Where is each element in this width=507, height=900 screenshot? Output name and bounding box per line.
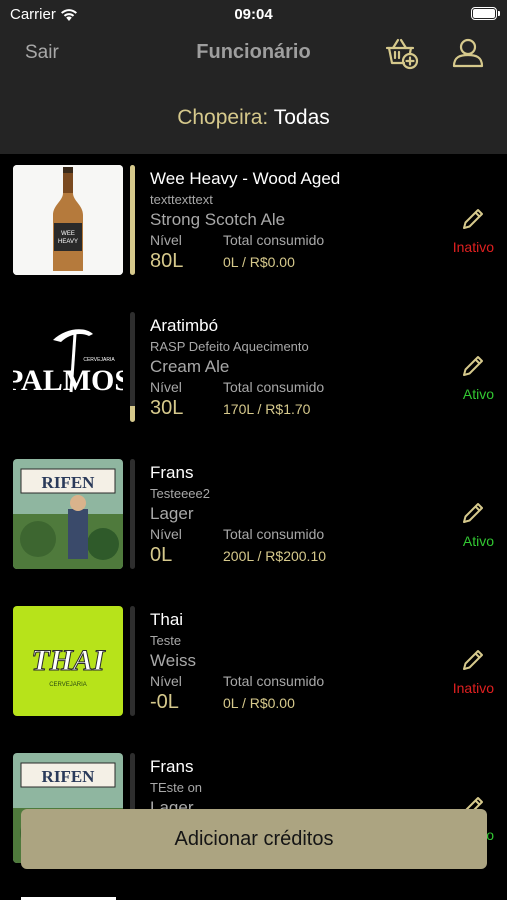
add-credits-button[interactable]: Adicionar créditos xyxy=(21,809,487,869)
total-value: 200L / R$200.10 xyxy=(223,548,327,564)
rifen-art: RIFEN xyxy=(13,459,123,569)
level-value: 30L xyxy=(150,397,184,419)
beer-name: Frans xyxy=(150,757,194,776)
palmos-logo: PALMOS CERVEJARIA xyxy=(13,312,123,422)
stat-values: 80L 0L / R$0.00 xyxy=(150,250,440,274)
svg-text:CERVEJARIA: CERVEJARIA xyxy=(83,357,115,363)
level-fill xyxy=(130,165,135,275)
level-fill xyxy=(130,405,135,422)
palmos-wordmark: PALMOS xyxy=(13,364,123,397)
level-label: Nível xyxy=(150,232,182,248)
beer-style: Lager xyxy=(150,504,194,523)
beer-info: Aratimbó RASP Defeito Aquecimento Cream … xyxy=(150,316,440,421)
pencil-icon[interactable] xyxy=(460,353,486,379)
total-value: 170L / R$1.70 xyxy=(223,401,311,417)
pencil-icon[interactable] xyxy=(460,500,486,526)
beer-style: Cream Ale xyxy=(150,357,230,376)
level-label: Nível xyxy=(150,673,182,689)
status-badge: Inativo xyxy=(452,239,494,255)
beer-name: Aratimbó xyxy=(150,316,219,335)
bottle-image: WEE HEAVY xyxy=(13,165,123,275)
basket-plus-icon[interactable] xyxy=(384,36,420,72)
stat-values: 0L 200L / R$200.10 xyxy=(150,544,440,568)
total-value: 0L / R$0.00 xyxy=(223,254,295,270)
total-value: 0L / R$0.00 xyxy=(223,695,295,711)
beer-style: Strong Scotch Ale xyxy=(150,210,286,229)
level-bar xyxy=(130,606,135,716)
stat-values: 30L 170L / R$1.70 xyxy=(150,397,440,421)
beer-info: Wee Heavy - Wood Aged texttexttext Stron… xyxy=(150,169,440,274)
stat-labels: Nível Total consumido xyxy=(150,232,440,250)
beer-style: Weiss xyxy=(150,651,196,670)
beer-info: Frans Testeeee2 Lager Nível Total consum… xyxy=(150,463,440,568)
beer-row[interactable]: WEE HEAVY Wee Heavy - Wood Aged texttext… xyxy=(0,154,507,301)
beer-description: RASP Defeito Aquecimento xyxy=(150,339,309,354)
total-label: Total consumido xyxy=(223,526,325,542)
beer-description: Testeeee2 xyxy=(150,486,210,501)
status-badge: Ativo xyxy=(462,533,494,549)
beer-image-thai: THAI CERVEJARIA xyxy=(13,606,123,716)
tap-filter[interactable]: Chopeira: Todas xyxy=(0,106,507,130)
level-value: 80L xyxy=(150,250,184,272)
level-bar xyxy=(130,459,135,569)
beer-row[interactable]: PALMOS CERVEJARIA Aratimbó RASP Defeito … xyxy=(0,301,507,448)
level-bar xyxy=(130,312,135,422)
beer-description: texttexttext xyxy=(150,192,213,207)
svg-text:RIFEN: RIFEN xyxy=(42,473,96,492)
level-bar xyxy=(130,165,135,275)
beer-info: Thai Teste Weiss Nível Total consumido -… xyxy=(150,610,440,715)
svg-text:HEAVY: HEAVY xyxy=(58,239,78,245)
status-bar: Carrier 09:04 xyxy=(0,0,507,30)
svg-text:RIFEN: RIFEN xyxy=(42,767,96,786)
level-label: Nível xyxy=(150,379,182,395)
beer-row[interactable]: THAI CERVEJARIA Thai Teste Weiss Nível T… xyxy=(0,595,507,742)
beer-list[interactable]: WEE HEAVY Wee Heavy - Wood Aged texttext… xyxy=(0,154,507,900)
beer-name: Wee Heavy - Wood Aged xyxy=(150,169,341,188)
page-title: Funcionário xyxy=(196,41,311,63)
stat-labels: Nível Total consumido xyxy=(150,379,440,397)
beer-name: Thai xyxy=(150,610,184,629)
total-label: Total consumido xyxy=(223,232,325,248)
stat-values: -0L 0L / R$0.00 xyxy=(150,691,440,715)
beer-row[interactable]: RIFEN Frans Testeeee2 Lager Nível Total … xyxy=(0,448,507,595)
nav-bar: Sair Funcionário Chopeira: Todas xyxy=(0,30,507,154)
svg-text:CERVEJARIA: CERVEJARIA xyxy=(49,682,87,688)
pencil-icon[interactable] xyxy=(460,647,486,673)
tap-filter-label: Chopeira: xyxy=(177,106,269,129)
exit-button[interactable]: Sair xyxy=(25,42,59,64)
battery-icon xyxy=(471,7,500,20)
stat-labels: Nível Total consumido xyxy=(150,673,440,691)
total-label: Total consumido xyxy=(223,379,325,395)
total-label: Total consumido xyxy=(223,673,325,689)
beer-image-palmos: PALMOS CERVEJARIA xyxy=(13,312,123,422)
thai-logo: THAI CERVEJARIA xyxy=(13,606,123,716)
status-badge: Ativo xyxy=(462,386,494,402)
bottle-label: WEE xyxy=(61,231,75,237)
tap-filter-value: Todas xyxy=(273,106,330,129)
user-icon[interactable] xyxy=(451,36,485,70)
level-value: -0L xyxy=(150,691,179,713)
pencil-icon[interactable] xyxy=(460,206,486,232)
level-value: 0L xyxy=(150,544,173,566)
beer-image-wee-heavy: WEE HEAVY xyxy=(13,165,123,275)
stat-labels: Nível Total consumido xyxy=(150,526,440,544)
svg-text:THAI: THAI xyxy=(31,644,106,677)
beer-image-frans: RIFEN xyxy=(13,459,123,569)
beer-name: Frans xyxy=(150,463,194,482)
level-label: Nível xyxy=(150,526,182,542)
status-time: 09:04 xyxy=(234,6,273,23)
status-badge: Inativo xyxy=(452,680,494,696)
beer-description: TEste on xyxy=(150,780,203,795)
beer-description: Teste xyxy=(150,633,182,648)
